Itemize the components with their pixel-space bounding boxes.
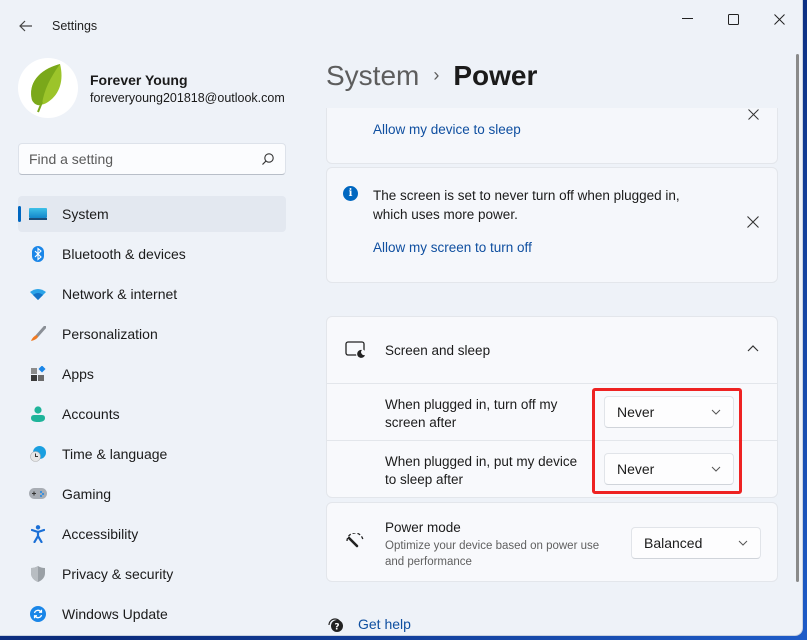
breadcrumb-parent[interactable]: System bbox=[326, 60, 419, 92]
page-title: Power bbox=[453, 60, 538, 91]
chevron-up-icon[interactable] bbox=[747, 344, 759, 352]
user-profile[interactable]: Forever Young foreveryoung201818@outlook… bbox=[18, 58, 285, 118]
sidebar-item-label: Time & language bbox=[62, 446, 168, 462]
search-box[interactable] bbox=[18, 143, 286, 175]
power-mode-dropdown[interactable]: Balanced bbox=[631, 527, 761, 559]
back-button[interactable] bbox=[14, 14, 38, 38]
close-icon bbox=[773, 13, 785, 25]
maximize-button[interactable] bbox=[710, 4, 756, 34]
allow-device-sleep-link[interactable]: Allow my device to sleep bbox=[373, 122, 521, 137]
screen-and-sleep-section: Screen and sleep When plugged in, turn o… bbox=[326, 316, 778, 498]
get-help-label: Get help bbox=[358, 616, 411, 632]
content-pane: Allow my device to sleep i The screen is… bbox=[326, 108, 778, 635]
sidebar-item-bluetooth[interactable]: Bluetooth & devices bbox=[18, 236, 286, 272]
wifi-icon bbox=[28, 284, 48, 304]
info-icon: i bbox=[343, 186, 358, 201]
allow-screen-turn-off-link[interactable]: Allow my screen to turn off bbox=[373, 240, 532, 255]
sidebar-item-accessibility[interactable]: Accessibility bbox=[18, 516, 286, 552]
screen-notice-card: i The screen is set to never turn off wh… bbox=[326, 167, 778, 283]
clock-globe-icon bbox=[28, 444, 48, 464]
sidebar-nav: System Bluetooth & devices Network & int… bbox=[18, 196, 286, 635]
get-help-link[interactable]: ? Get help bbox=[326, 615, 411, 633]
power-mode-card: Power mode Optimize your device based on… bbox=[326, 502, 778, 582]
search-icon[interactable] bbox=[261, 152, 275, 166]
scrollbar-thumb[interactable] bbox=[796, 54, 799, 582]
power-mode-description: Optimize your device based on power use … bbox=[385, 540, 600, 568]
speedometer-icon bbox=[346, 533, 364, 548]
chevron-down-icon bbox=[711, 409, 721, 415]
sidebar-item-privacy-security[interactable]: Privacy & security bbox=[18, 556, 286, 592]
screen-and-sleep-title: Screen and sleep bbox=[385, 343, 491, 358]
sidebar-item-label: Apps bbox=[62, 366, 94, 382]
dropdown-value: Never bbox=[617, 404, 655, 420]
sidebar-item-label: System bbox=[62, 206, 109, 222]
accessibility-icon bbox=[28, 524, 48, 544]
settings-window: Settings Forever Young foreveryoung20181… bbox=[0, 0, 803, 636]
leaf-icon bbox=[31, 64, 62, 113]
arrow-left-icon bbox=[19, 20, 32, 32]
svg-text:?: ? bbox=[334, 623, 339, 633]
title-bar: Settings bbox=[0, 0, 802, 48]
sidebar-item-network[interactable]: Network & internet bbox=[18, 276, 286, 312]
breadcrumb: System › Power bbox=[326, 60, 537, 92]
sidebar-item-label: Accounts bbox=[62, 406, 120, 422]
gamepad-icon bbox=[28, 484, 48, 504]
sidebar-item-label: Accessibility bbox=[62, 526, 139, 542]
maximize-icon bbox=[727, 13, 739, 25]
profile-name: Forever Young bbox=[90, 71, 188, 88]
search-input[interactable] bbox=[29, 151, 261, 167]
person-icon bbox=[28, 404, 48, 424]
sidebar-item-label: Gaming bbox=[62, 486, 112, 502]
power-mode-title: Power mode bbox=[385, 520, 461, 535]
chevron-down-icon bbox=[738, 540, 748, 546]
sidebar-item-label: Windows Update bbox=[62, 606, 168, 622]
minimize-icon bbox=[681, 18, 693, 19]
screen-off-row: When plugged in, turn off my screen afte… bbox=[327, 384, 777, 441]
sidebar-item-label: Personalization bbox=[62, 326, 158, 342]
paintbrush-icon bbox=[28, 324, 48, 344]
screen-off-dropdown[interactable]: Never bbox=[604, 396, 734, 428]
chevron-down-icon bbox=[711, 466, 721, 472]
close-icon[interactable] bbox=[748, 109, 759, 120]
profile-email: foreveryoung201818@outlook.com bbox=[90, 90, 285, 105]
scrollbar[interactable] bbox=[796, 24, 799, 582]
dropdown-value: Balanced bbox=[644, 535, 703, 551]
screen-and-sleep-header[interactable]: Screen and sleep bbox=[327, 317, 777, 384]
sidebar-item-system[interactable]: System bbox=[18, 196, 286, 232]
apps-icon bbox=[28, 364, 48, 384]
sleep-dropdown[interactable]: Never bbox=[604, 453, 734, 485]
bluetooth-icon bbox=[28, 244, 48, 264]
sidebar-item-time-language[interactable]: Time & language bbox=[18, 436, 286, 472]
screen-notice-message: The screen is set to never turn off when… bbox=[373, 188, 680, 222]
screen-off-label: When plugged in, turn off my screen afte… bbox=[385, 397, 558, 430]
sleep-label: When plugged in, put my device to sleep … bbox=[385, 454, 578, 487]
update-sync-icon bbox=[28, 604, 48, 624]
avatar bbox=[18, 58, 78, 118]
shield-icon bbox=[28, 564, 48, 584]
sidebar-item-apps[interactable]: Apps bbox=[18, 356, 286, 392]
sleep-notice-card: Allow my device to sleep bbox=[326, 108, 778, 164]
sidebar-item-label: Bluetooth & devices bbox=[62, 246, 186, 262]
screen-sleep-icon bbox=[345, 341, 366, 359]
chevron-right-icon: › bbox=[433, 65, 440, 85]
sidebar-item-personalization[interactable]: Personalization bbox=[18, 316, 286, 352]
close-icon[interactable] bbox=[747, 216, 759, 228]
sleep-row: When plugged in, put my device to sleep … bbox=[327, 441, 777, 498]
sidebar-item-label: Network & internet bbox=[62, 286, 178, 302]
help-chat-icon: ? bbox=[328, 618, 343, 633]
app-title: Settings bbox=[52, 19, 98, 33]
sidebar-item-windows-update[interactable]: Windows Update bbox=[18, 596, 286, 632]
system-display-icon bbox=[28, 204, 48, 224]
sidebar-item-gaming[interactable]: Gaming bbox=[18, 476, 286, 512]
sidebar-item-label: Privacy & security bbox=[62, 566, 174, 582]
minimize-button[interactable] bbox=[664, 4, 710, 34]
dropdown-value: Never bbox=[617, 461, 655, 477]
sidebar-item-accounts[interactable]: Accounts bbox=[18, 396, 286, 432]
